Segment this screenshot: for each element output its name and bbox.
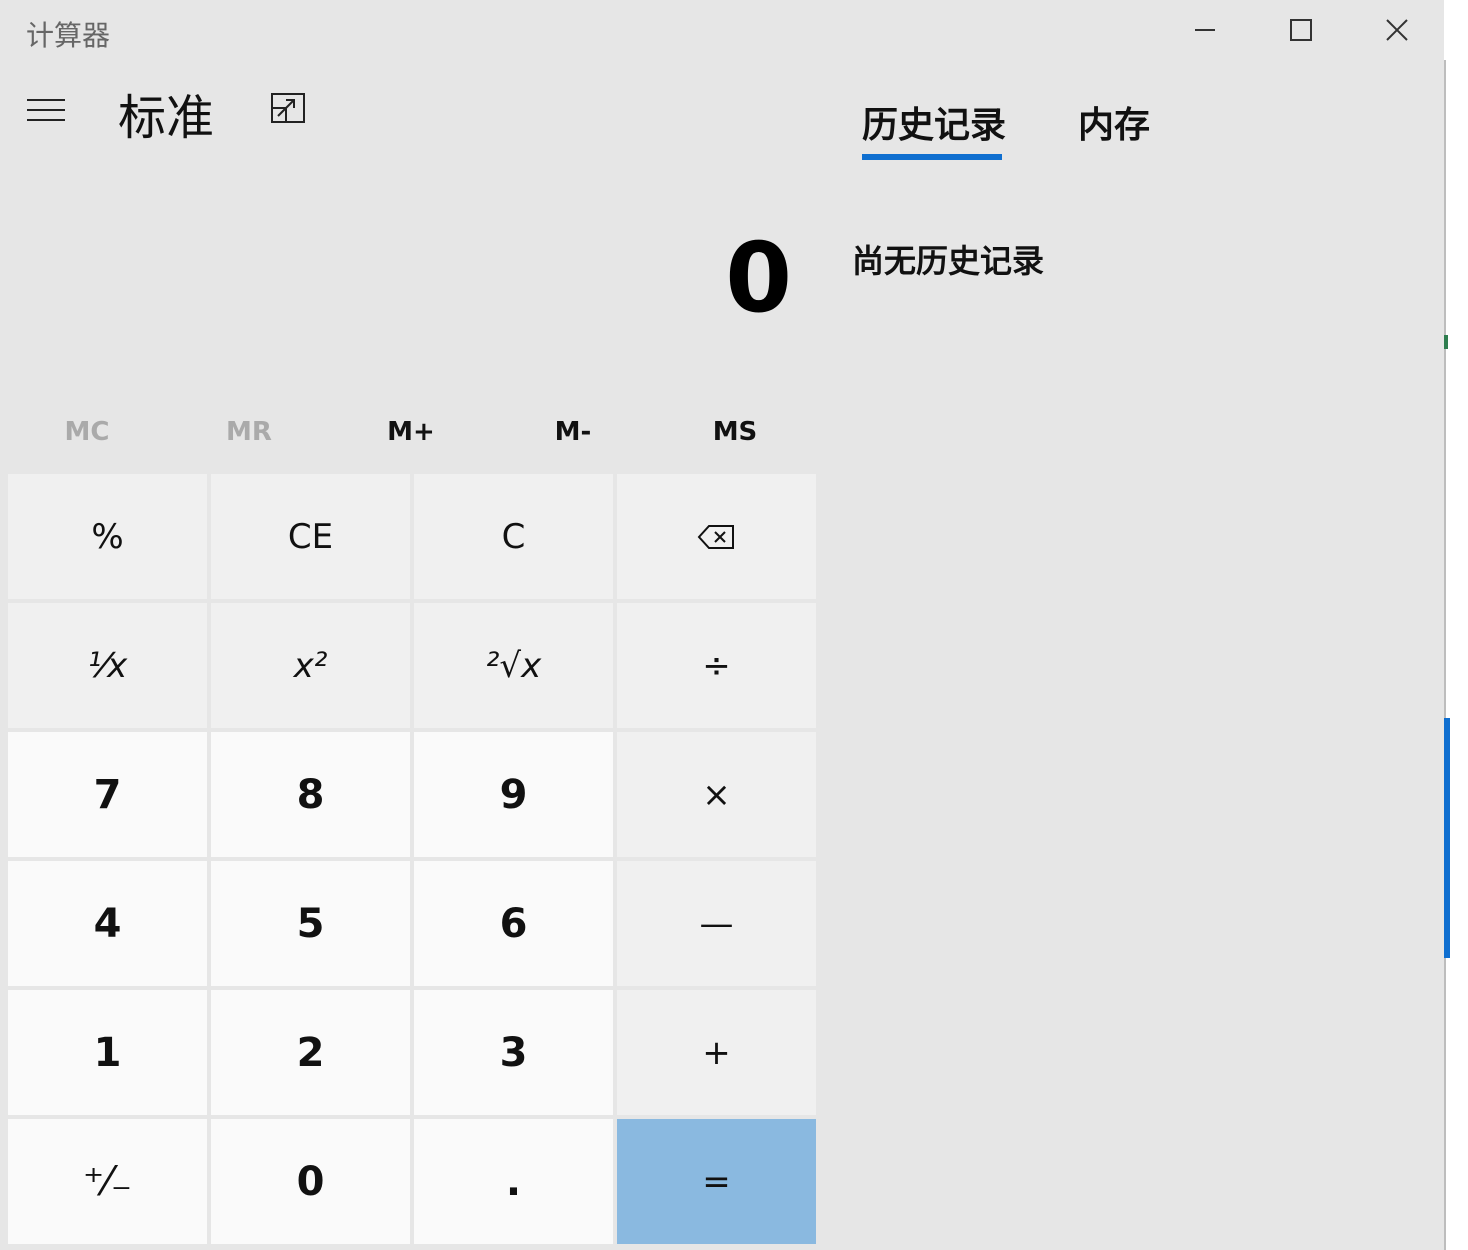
multiply-button[interactable]: ×	[617, 732, 816, 857]
minimize-icon	[1195, 29, 1215, 31]
result-display: 0	[725, 222, 792, 334]
close-button[interactable]	[1352, 6, 1442, 54]
keep-on-top-button[interactable]	[266, 88, 312, 132]
tab-history[interactable]: 历史记录	[862, 96, 1006, 148]
maximize-icon	[1290, 19, 1312, 41]
clear-button[interactable]: C	[414, 474, 613, 599]
memory-subtract-button[interactable]: M-	[492, 404, 654, 460]
memory-row: MC MR M+ M- MS	[6, 404, 816, 460]
square-root-button[interactable]: ²√x	[414, 603, 613, 728]
window-title: 计算器	[26, 19, 111, 52]
percent-button[interactable]: %	[8, 474, 207, 599]
digit-0-button[interactable]: 0	[211, 1119, 410, 1244]
minimize-button[interactable]	[1160, 6, 1250, 54]
calculator-window: 计算器 标准 0 MC MR M+ M- MS % CE C ¹⁄x x² ²√…	[0, 0, 1444, 1250]
digit-6-button[interactable]: 6	[414, 861, 613, 986]
divide-button[interactable]: ÷	[617, 603, 816, 728]
memory-store-button[interactable]: MS	[654, 404, 816, 460]
subtract-button[interactable]: —	[617, 861, 816, 986]
memory-clear-button[interactable]: MC	[6, 404, 168, 460]
digit-4-button[interactable]: 4	[8, 861, 207, 986]
background-window-accent	[1444, 718, 1450, 958]
negate-button[interactable]: ⁺⁄₋	[8, 1119, 207, 1244]
backspace-icon	[697, 524, 734, 549]
digit-1-button[interactable]: 1	[8, 990, 207, 1115]
memory-recall-button[interactable]: MR	[168, 404, 330, 460]
keypad: % CE C ¹⁄x x² ²√x ÷ 7 8 9 × 4 5 6 — 1 2 …	[8, 474, 816, 1244]
backspace-button[interactable]	[617, 474, 816, 599]
digit-3-button[interactable]: 3	[414, 990, 613, 1115]
add-button[interactable]: +	[617, 990, 816, 1115]
maximize-button[interactable]	[1256, 6, 1346, 54]
digit-7-button[interactable]: 7	[8, 732, 207, 857]
hamburger-icon	[27, 99, 65, 101]
digit-9-button[interactable]: 9	[414, 732, 613, 857]
clear-entry-button[interactable]: CE	[211, 474, 410, 599]
navigation-menu-button[interactable]	[18, 88, 74, 132]
active-tab-indicator	[862, 154, 1002, 160]
digit-8-button[interactable]: 8	[211, 732, 410, 857]
digit-5-button[interactable]: 5	[211, 861, 410, 986]
window-border	[1444, 60, 1446, 1250]
memory-add-button[interactable]: M+	[330, 404, 492, 460]
reciprocal-button[interactable]: ¹⁄x	[8, 603, 207, 728]
decimal-button[interactable]: .	[414, 1119, 613, 1244]
background-app-sliver	[1444, 335, 1448, 349]
digit-2-button[interactable]: 2	[211, 990, 410, 1115]
equals-button[interactable]: =	[617, 1119, 816, 1244]
history-empty-message: 尚无历史记录	[852, 242, 1045, 280]
square-button[interactable]: x²	[211, 603, 410, 728]
tab-memory[interactable]: 内存	[1078, 96, 1150, 148]
mode-title: 标准	[118, 90, 215, 146]
close-icon	[1386, 19, 1408, 41]
keep-on-top-icon	[271, 93, 305, 123]
